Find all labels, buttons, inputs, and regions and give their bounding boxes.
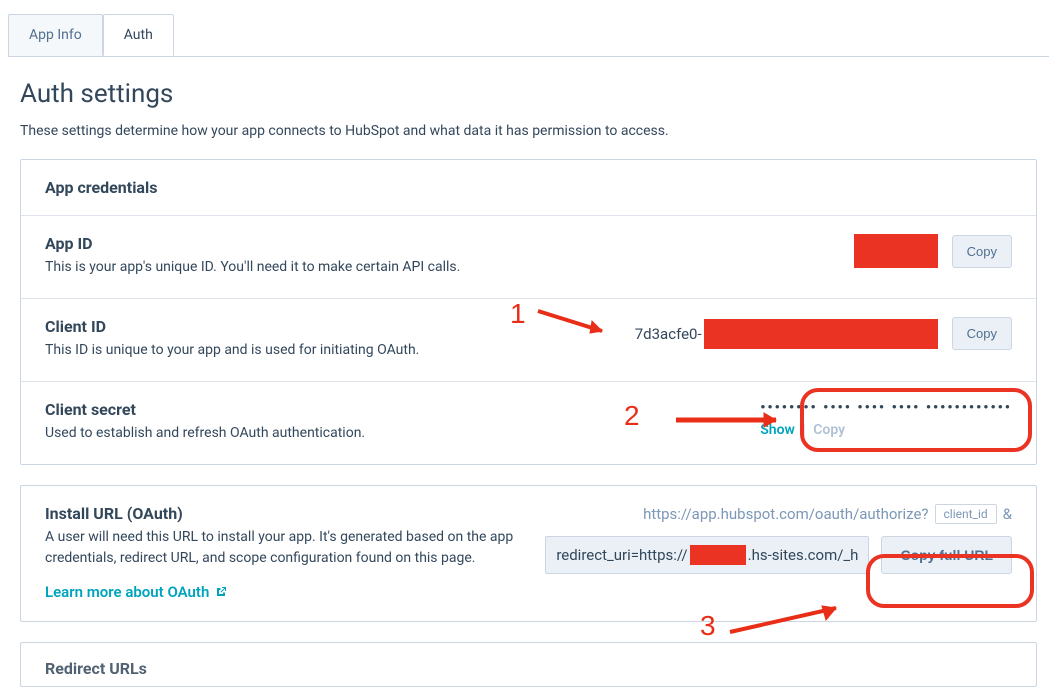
- panel-install-url: Install URL (OAuth) A user will need thi…: [20, 485, 1037, 622]
- label-client-id: Client ID: [45, 317, 419, 336]
- label-redirect-urls: Redirect URLs: [45, 659, 1012, 678]
- external-link-icon: [215, 586, 227, 598]
- desc-client-secret: Used to establish and refresh OAuth auth…: [45, 423, 365, 444]
- desc-app-id: This is your app's unique ID. You'll nee…: [45, 257, 460, 278]
- redirect-post: .hs-sites.com/_h: [748, 546, 859, 564]
- redirect-pre: redirect_uri=https://: [556, 546, 687, 564]
- redirect-uri-field[interactable]: redirect_uri=https:// .hs-sites.com/_h: [545, 536, 869, 574]
- separator: |: [802, 422, 805, 438]
- row-client-secret: Client secret Used to establish and refr…: [21, 381, 1036, 464]
- desc-install-url: A user will need this URL to install you…: [45, 527, 529, 569]
- amp: &: [1003, 505, 1012, 523]
- copy-client-id-button[interactable]: Copy: [952, 317, 1012, 350]
- copy-secret-link[interactable]: Copy: [813, 422, 845, 438]
- tab-auth[interactable]: Auth: [103, 14, 174, 56]
- page-subtitle: These settings determine how your app co…: [20, 123, 1049, 139]
- value-client-secret-masked: •••••••• •••• •••• •••• ••••••••••••: [760, 400, 1012, 416]
- show-secret-link[interactable]: Show: [760, 422, 795, 438]
- label-app-id: App ID: [45, 234, 460, 253]
- page-title: Auth settings: [20, 79, 1049, 109]
- copy-full-url-button[interactable]: Copy full URL: [881, 536, 1012, 574]
- redacted-client-id: [704, 319, 938, 349]
- panel-redirect-urls: Redirect URLs: [20, 642, 1037, 687]
- label-install-url: Install URL (OAuth): [45, 504, 529, 523]
- tab-app-info[interactable]: App Info: [8, 14, 103, 56]
- label-client-secret: Client secret: [45, 400, 365, 419]
- redacted-app-id: [854, 234, 938, 268]
- panel-header-credentials: App credentials: [21, 160, 1036, 215]
- redacted-redirect: [690, 545, 746, 565]
- chip-client-id: client_id: [935, 504, 997, 524]
- desc-client-id: This ID is unique to your app and is use…: [45, 340, 419, 361]
- panel-app-credentials: App credentials App ID This is your app'…: [20, 159, 1037, 465]
- row-client-id: Client ID This ID is unique to your app …: [21, 298, 1036, 381]
- learn-more-oauth-link[interactable]: Learn more about OAuth: [45, 583, 227, 601]
- copy-app-id-button[interactable]: Copy: [952, 235, 1012, 268]
- row-app-id: App ID This is your app's unique ID. You…: [21, 215, 1036, 298]
- value-client-id-prefix: 7d3acfe0-: [635, 325, 702, 343]
- tabs: App Info Auth: [8, 14, 1049, 57]
- install-url-prefix: https://app.hubspot.com/oauth/authorize?: [643, 505, 928, 523]
- learn-more-label: Learn more about OAuth: [45, 583, 209, 601]
